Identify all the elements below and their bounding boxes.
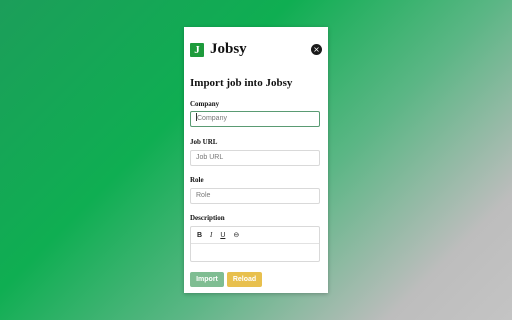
company-placeholder: Company: [197, 115, 227, 122]
company-label: Company: [190, 100, 220, 108]
description-label: Description: [190, 214, 225, 222]
editor-toolbar: B I U ⊖: [191, 227, 319, 244]
import-button[interactable]: Import: [190, 272, 224, 287]
job-url-placeholder: Job URL: [196, 154, 224, 161]
jobsy-logo-icon: J: [190, 43, 204, 57]
job-url-label: Job URL: [190, 138, 218, 146]
popup-header: J Jobsy ×: [190, 41, 322, 58]
job-url-input[interactable]: Job URL: [190, 150, 320, 166]
close-icon[interactable]: ×: [311, 44, 322, 55]
role-label: Role: [190, 176, 204, 184]
role-placeholder: Role: [196, 192, 211, 199]
reload-button[interactable]: Reload: [227, 272, 262, 287]
description-editor[interactable]: B I U ⊖: [190, 226, 320, 262]
bold-icon[interactable]: B: [197, 228, 202, 244]
import-popup: J Jobsy × Import job into Jobsy Company …: [184, 27, 328, 293]
form-title: Import job into Jobsy: [190, 77, 293, 89]
company-input[interactable]: Company: [190, 111, 320, 127]
italic-icon[interactable]: I: [210, 227, 212, 243]
role-input[interactable]: Role: [190, 188, 320, 204]
underline-icon[interactable]: U: [220, 228, 225, 244]
brand-name: Jobsy: [210, 41, 247, 57]
strikethrough-icon[interactable]: ⊖: [233, 228, 239, 244]
